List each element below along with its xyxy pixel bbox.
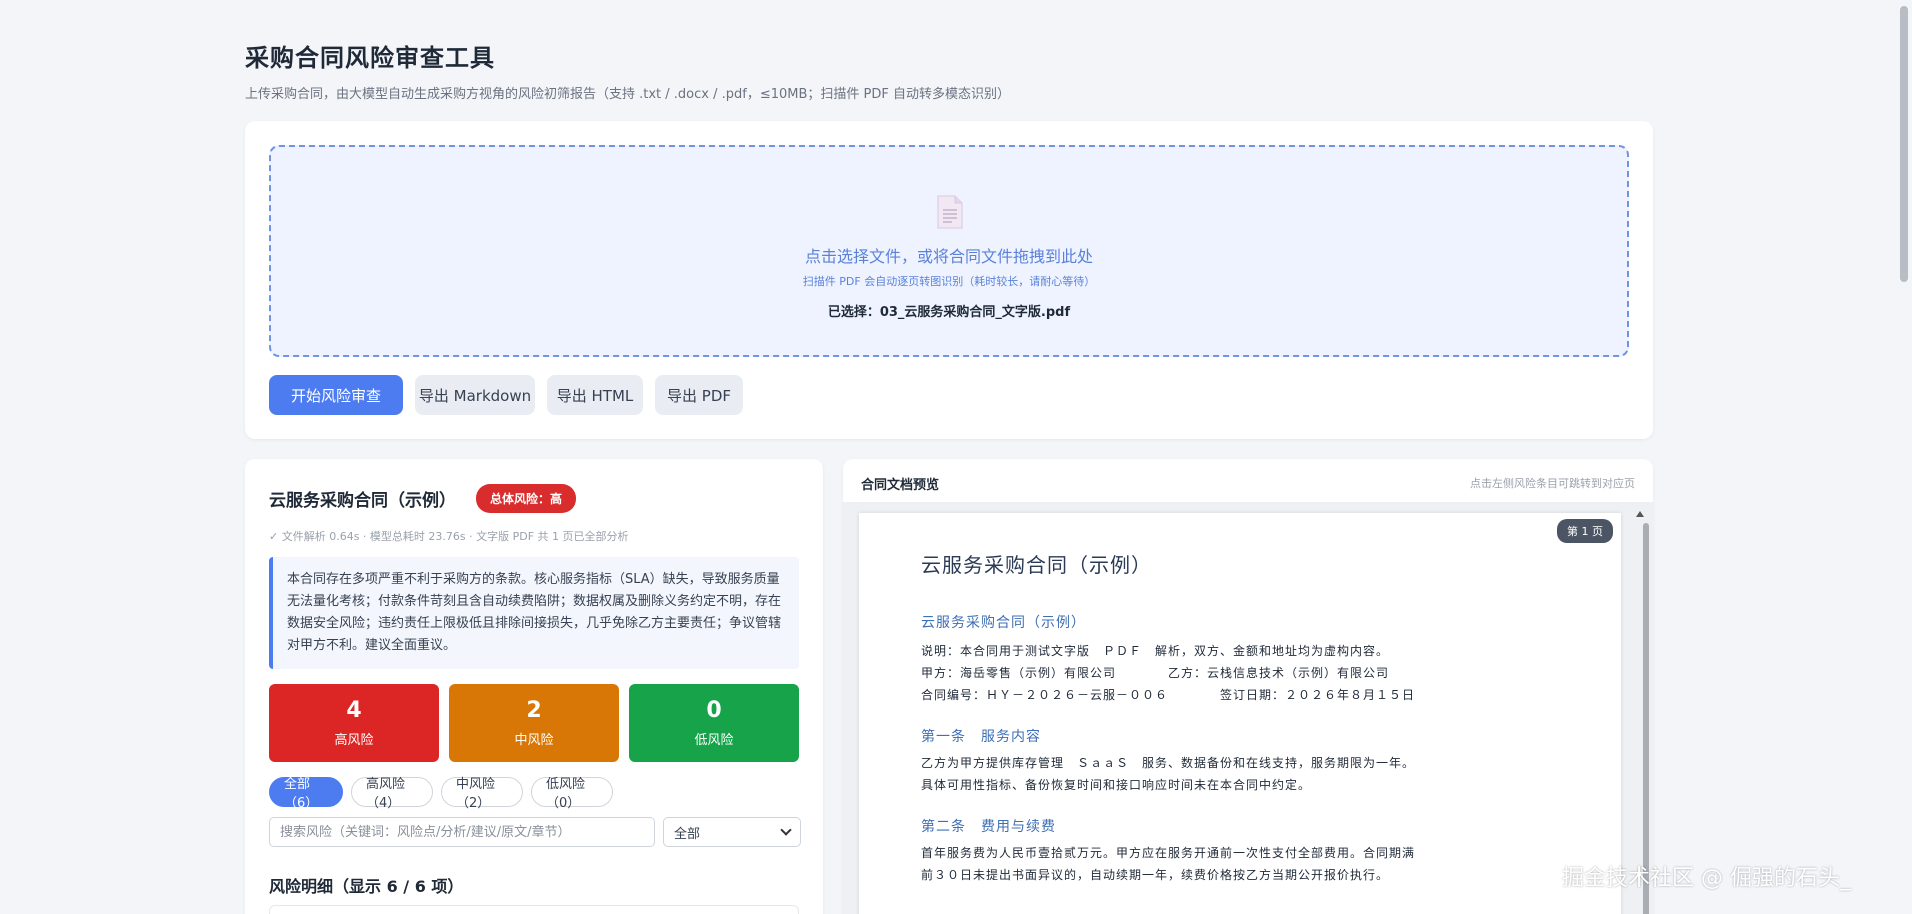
- risk-detail-list: [269, 905, 799, 914]
- low-risk-label: 低风险: [694, 733, 734, 748]
- export-pdf-button[interactable]: 导出 PDF: [655, 375, 743, 415]
- low-risk-stat[interactable]: 0 低风险: [629, 684, 799, 762]
- page-scroll-thumb[interactable]: [1900, 6, 1908, 282]
- page-scrollbar[interactable]: [1896, 0, 1912, 914]
- preview-scroll-thumb[interactable]: [1643, 523, 1649, 914]
- scroll-up-icon[interactable]: [1636, 511, 1644, 517]
- dropzone-instruction: 点击选择文件，或将合同文件拖拽到此处: [804, 247, 1093, 266]
- filter-mid[interactable]: 中风险（2）: [441, 777, 523, 811]
- app-page: 采购合同风险审查工具 上传采购合同，由大模型自动生成采购方视角的风险初筛报告（支…: [0, 0, 1896, 914]
- mid-risk-stat[interactable]: 2 中风险: [449, 684, 619, 762]
- contract-title: 云服务采购合同（示例）: [269, 491, 456, 511]
- risk-detail-title: 风险明细（显示 6 / 6 项）: [269, 877, 464, 896]
- risk-level-select[interactable]: 全部: [663, 817, 801, 847]
- action-buttons: 开始风险审查 导出 Markdown 导出 HTML 导出 PDF: [269, 375, 743, 415]
- watermark-text: 掘金技术社区 @ 倔强的石头_: [1562, 866, 1851, 891]
- preview-title: 合同文档预览: [861, 478, 940, 493]
- risk-filter-chips: 全部（6） 高风险（4） 中风险（2） 低风险（0）: [269, 777, 613, 811]
- result-panel: 云服务采购合同（示例） 总体风险：高 ✓ 文件解析 0.64s · 模型总耗时 …: [245, 459, 823, 914]
- preview-scrollbar[interactable]: [1636, 511, 1649, 914]
- export-markdown-button[interactable]: 导出 Markdown: [415, 375, 535, 415]
- page-title: 采购合同风险审查工具: [245, 44, 495, 72]
- document-page: 第 1 页 云服务采购合同（示例） 云服务采购合同（示例） 说明：本合同用于测试…: [859, 513, 1621, 914]
- mid-risk-label: 中风险: [514, 733, 554, 748]
- doc-line: 乙方为甲方提供库存管理 ＳａａＳ 服务、数据备份和在线支持，服务期限为一年。: [921, 756, 1416, 770]
- risk-summary: 本合同存在多项严重不利于采购方的条款。核心服务指标（SLA）缺失，导致服务质量无…: [269, 557, 799, 669]
- dropzone-hint: 扫描件 PDF 会自动逐页转图识别（耗时较长，请耐心等待）: [802, 275, 1096, 288]
- doc-line: 说明：本合同用于测试文字版 ＰＤＦ 解析，双方、金额和地址均为虚构内容。: [921, 644, 1390, 658]
- start-review-button[interactable]: 开始风险审查: [269, 375, 403, 415]
- page-number-badge: 第 1 页: [1557, 519, 1613, 543]
- preview-body[interactable]: 第 1 页 云服务采购合同（示例） 云服务采购合同（示例） 说明：本合同用于测试…: [843, 503, 1653, 914]
- chevron-down-icon: [780, 824, 792, 836]
- selected-file-label: 已选择：03_云服务采购合同_文字版.pdf: [827, 305, 1071, 320]
- preview-hint: 点击左侧风险条目可跳转到对应页: [1470, 477, 1635, 490]
- file-dropzone[interactable]: 点击选择文件，或将合同文件拖拽到此处 扫描件 PDF 会自动逐页转图识别（耗时较…: [269, 145, 1629, 357]
- preview-header: 合同文档预览 点击左侧风险条目可跳转到对应页: [843, 459, 1653, 503]
- filter-all[interactable]: 全部（6）: [269, 777, 343, 811]
- document-content: 云服务采购合同（示例） 云服务采购合同（示例） 说明：本合同用于测试文字版 ＰＤ…: [921, 549, 1561, 886]
- mid-risk-count: 2: [526, 698, 542, 723]
- risk-level-value: 全部: [674, 826, 701, 842]
- doc-section-heading: 第二条 费用与续费: [921, 819, 1056, 835]
- preview-panel: 合同文档预览 点击左侧风险条目可跳转到对应页 第 1 页 云服务采购合同（示例）…: [843, 459, 1653, 914]
- doc-line: 具体可用性指标、备份恢复时间和接口响应时间未在本合同中约定。: [921, 778, 1312, 792]
- search-row: 全部: [269, 817, 801, 847]
- filter-low[interactable]: 低风险（0）: [531, 777, 613, 811]
- page-header: 采购合同风险审查工具 上传采购合同，由大模型自动生成采购方视角的风险初筛报告（支…: [245, 38, 1010, 102]
- doc-line: 前３０日未提出书面异议的，自动续期一年，续费价格按乙方当期公开报价执行。: [921, 868, 1390, 882]
- overall-risk-badge: 总体风险：高: [476, 484, 577, 513]
- high-risk-label: 高风险: [334, 733, 374, 748]
- doc-subtitle: 云服务采购合同（示例）: [921, 615, 1086, 631]
- high-risk-stat[interactable]: 4 高风险: [269, 684, 439, 762]
- doc-section-heading: 第一条 服务内容: [921, 729, 1041, 745]
- page-subtitle: 上传采购合同，由大模型自动生成采购方视角的风险初筛报告（支持 .txt / .d…: [245, 87, 1010, 102]
- high-risk-count: 4: [346, 698, 362, 723]
- filter-high[interactable]: 高风险（4）: [351, 777, 433, 811]
- analysis-meta: ✓ 文件解析 0.64s · 模型总耗时 23.76s · 文字版 PDF 共 …: [269, 530, 629, 543]
- doc-line: 甲方：海岳零售（示例）有限公司 乙方：云栈信息技术（示例）有限公司: [921, 666, 1390, 680]
- low-risk-count: 0: [706, 698, 722, 723]
- export-html-button[interactable]: 导出 HTML: [547, 375, 643, 415]
- doc-line: 合同编号：ＨＹ－２０２６－云服－００６ 签订日期：２０２６年８月１５日: [921, 688, 1416, 702]
- upload-card: 点击选择文件，或将合同文件拖拽到此处 扫描件 PDF 会自动逐页转图识别（耗时较…: [245, 121, 1653, 439]
- doc-title: 云服务采购合同（示例）: [921, 553, 1152, 577]
- result-title-row: 云服务采购合同（示例） 总体风险：高: [269, 484, 577, 513]
- risk-search-input[interactable]: [269, 817, 655, 847]
- document-icon: [937, 195, 963, 229]
- risk-stats: 4 高风险 2 中风险 0 低风险: [269, 684, 799, 762]
- doc-line: 首年服务费为人民币壹拾贰万元。甲方应在服务开通前一次性支付全部费用。合同期满: [921, 846, 1416, 860]
